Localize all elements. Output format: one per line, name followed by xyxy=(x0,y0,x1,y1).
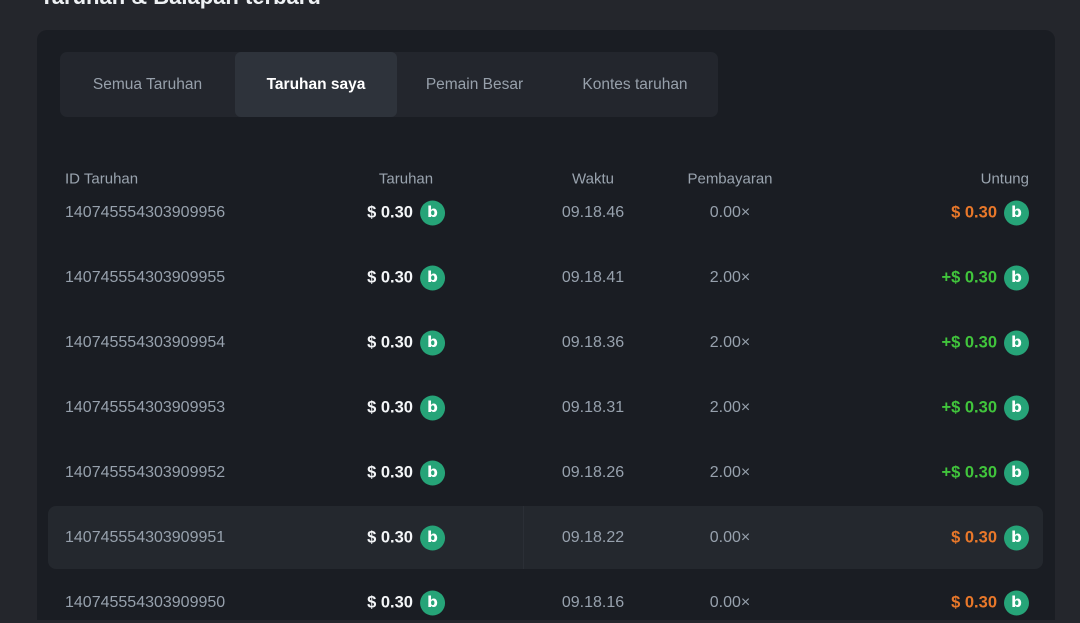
bet-time: 09.18.22 xyxy=(562,529,624,547)
table-row[interactable]: 140745554303909950 $ 0.30 b 09.18.16 0.0… xyxy=(37,570,1055,620)
bet-time: 09.18.36 xyxy=(562,334,624,352)
bets-card: Semua Taruhan Taruhan saya Pemain Besar … xyxy=(37,30,1055,620)
bet-time: 09.18.31 xyxy=(562,399,624,417)
coin-icon: b xyxy=(1004,395,1029,420)
coin-icon: b xyxy=(1004,200,1029,225)
bet-payout: 0.00× xyxy=(710,529,750,547)
table-row[interactable]: 140745554303909954 $ 0.30 b 09.18.36 2.0… xyxy=(37,310,1055,375)
coin-icon: b xyxy=(420,200,445,225)
bet-time: 09.18.41 xyxy=(562,269,624,287)
bet-profit: $ 0.30 b xyxy=(951,525,1029,550)
bet-payout: 2.00× xyxy=(710,334,750,352)
bet-payout: 0.00× xyxy=(710,594,750,612)
table-row-hovered[interactable]: 140745554303909951 $ 0.30 b 09.18.22 0.0… xyxy=(37,505,1055,570)
coin-icon: b xyxy=(420,265,445,290)
coin-icon: b xyxy=(420,590,445,615)
tab-taruhan-saya[interactable]: Taruhan saya xyxy=(235,52,397,117)
table-body: 140745554303909956 $ 0.30 b 09.18.46 0.0… xyxy=(37,180,1055,620)
page-title: Taruhan & Balapan terbaru xyxy=(40,0,321,10)
bet-profit: +$ 0.30 b xyxy=(941,460,1029,485)
col-header-profit: Untung xyxy=(981,171,1029,188)
coin-icon: b xyxy=(1004,265,1029,290)
bet-payout: 2.00× xyxy=(710,399,750,417)
bet-time: 09.18.16 xyxy=(562,594,624,612)
bet-id: 140745554303909953 xyxy=(65,399,225,417)
bet-amount: $ 0.30 b xyxy=(367,330,445,355)
tab-pemain-besar[interactable]: Pemain Besar xyxy=(397,52,552,117)
table-row[interactable]: 140745554303909953 $ 0.30 b 09.18.31 2.0… xyxy=(37,375,1055,440)
col-header-bet-id: ID Taruhan xyxy=(65,171,138,188)
bet-amount: $ 0.30 b xyxy=(367,525,445,550)
coin-icon: b xyxy=(420,525,445,550)
col-header-bet: Taruhan xyxy=(379,171,433,188)
bet-payout: 2.00× xyxy=(710,464,750,482)
bet-payout: 2.00× xyxy=(710,269,750,287)
bet-amount: $ 0.30 b xyxy=(367,590,445,615)
tab-kontes-taruhan[interactable]: Kontes taruhan xyxy=(552,52,718,117)
bet-id: 140745554303909955 xyxy=(65,269,225,287)
bet-id: 140745554303909950 xyxy=(65,594,225,612)
col-header-payout: Pembayaran xyxy=(687,171,772,188)
bet-id: 140745554303909951 xyxy=(65,529,225,547)
bet-profit: $ 0.30 b xyxy=(951,590,1029,615)
coin-icon: b xyxy=(1004,590,1029,615)
bet-amount: $ 0.30 b xyxy=(367,200,445,225)
bet-amount: $ 0.30 b xyxy=(367,395,445,420)
bet-payout: 0.00× xyxy=(710,204,750,222)
bet-id: 140745554303909952 xyxy=(65,464,225,482)
table-row[interactable]: 140745554303909956 $ 0.30 b 09.18.46 0.0… xyxy=(37,180,1055,245)
bet-amount: $ 0.30 b xyxy=(367,460,445,485)
coin-icon: b xyxy=(1004,460,1029,485)
coin-icon: b xyxy=(420,460,445,485)
table-row[interactable]: 140745554303909955 $ 0.30 b 09.18.41 2.0… xyxy=(37,245,1055,310)
coin-icon: b xyxy=(1004,330,1029,355)
tab-semua-taruhan[interactable]: Semua Taruhan xyxy=(60,52,235,117)
coin-icon: b xyxy=(1004,525,1029,550)
coin-icon: b xyxy=(420,395,445,420)
bet-amount: $ 0.30 b xyxy=(367,265,445,290)
coin-icon: b xyxy=(420,330,445,355)
bets-tabbar: Semua Taruhan Taruhan saya Pemain Besar … xyxy=(60,52,718,117)
bet-profit: +$ 0.30 b xyxy=(941,395,1029,420)
bet-profit: $ 0.30 b xyxy=(951,200,1029,225)
bet-profit: +$ 0.30 b xyxy=(941,265,1029,290)
table-row[interactable]: 140745554303909952 $ 0.30 b 09.18.26 2.0… xyxy=(37,440,1055,505)
bet-id: 140745554303909954 xyxy=(65,334,225,352)
bet-profit: +$ 0.30 b xyxy=(941,330,1029,355)
bet-time: 09.18.26 xyxy=(562,464,624,482)
bet-time: 09.18.46 xyxy=(562,204,624,222)
col-header-time: Waktu xyxy=(572,171,614,188)
bet-id: 140745554303909956 xyxy=(65,204,225,222)
